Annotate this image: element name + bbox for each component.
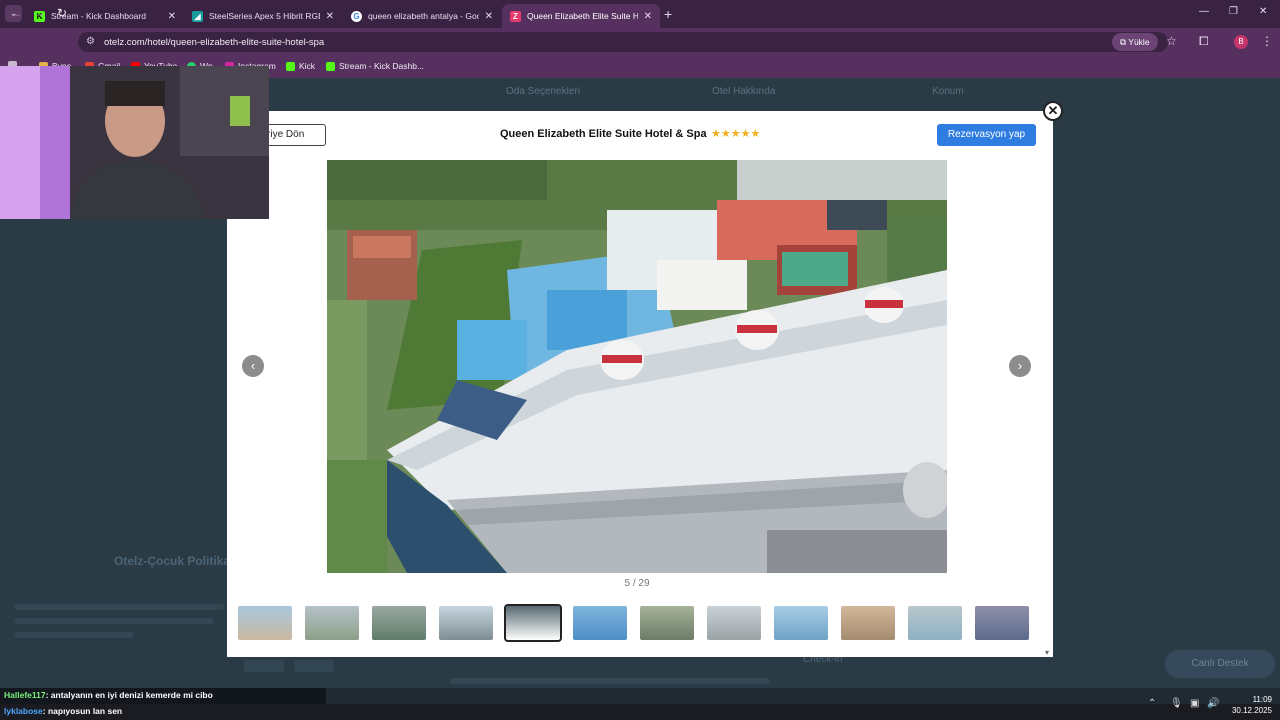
gallery-thumbnail[interactable] xyxy=(439,606,493,640)
close-tab-icon[interactable]: ✕ xyxy=(168,11,176,22)
url-text[interactable]: otelz.com/hotel/queen-elizabeth-elite-su… xyxy=(104,37,324,48)
page-button xyxy=(294,660,334,672)
page-tab-location: Konum xyxy=(932,86,964,97)
back-arrow-icon[interactable]: ← xyxy=(10,6,22,20)
page-text-line xyxy=(14,632,134,638)
chat-text: antalyanın en iyi denizi kemerde mi cibo xyxy=(50,690,213,700)
tab-otelz-hotel[interactable]: Z Queen Elizabeth Elite Suite Hotel ✕ xyxy=(502,4,660,28)
gallery-thumbnail[interactable] xyxy=(640,606,694,640)
page-text-line xyxy=(14,618,214,624)
gallery-thumbnail[interactable] xyxy=(975,606,1029,640)
gallery-thumbnail[interactable] xyxy=(305,606,359,640)
next-photo-button[interactable]: › xyxy=(1009,355,1031,377)
tray-overflow-icon[interactable]: ⌃ xyxy=(1148,698,1156,709)
close-tab-icon[interactable]: ✕ xyxy=(644,11,652,22)
tab-kick-dashboard[interactable]: K Stream - Kick Dashboard ✕ xyxy=(26,4,184,28)
network-icon[interactable]: ▣ xyxy=(1190,698,1199,709)
gallery-thumbnail[interactable] xyxy=(774,606,828,640)
profile-avatar[interactable]: B xyxy=(1234,35,1248,49)
chat-username: lyklabose xyxy=(4,706,43,716)
close-icon[interactable]: ✕ xyxy=(1043,101,1063,121)
page-text-line xyxy=(14,604,224,610)
clock-time: 11:09 xyxy=(1252,695,1272,704)
bookmark-kick[interactable]: Kick xyxy=(286,61,315,71)
kick-icon xyxy=(286,61,295,71)
bookmark-label: Kick xyxy=(299,61,316,71)
tab-google-search[interactable]: G queen elizabeth antalya - Google ✕ xyxy=(343,4,501,28)
gallery-thumbnail[interactable] xyxy=(238,606,292,640)
chat-message: Hallefe117: antalyanın en iyi denizi kem… xyxy=(4,690,213,700)
reservation-button[interactable]: Rezervasyon yap xyxy=(937,124,1036,146)
taskbar xyxy=(0,704,1280,720)
tab-title: Queen Elizabeth Elite Suite Hotel xyxy=(527,11,638,21)
tab-steelseries[interactable]: ◢ SteelSeries Apex 5 Hibrit RGB Esp ✕ xyxy=(184,4,342,28)
bookmark-kick-dashboard[interactable]: Stream - Kick Dashb... xyxy=(326,61,424,71)
tab-title: SteelSeries Apex 5 Hibrit RGB Esp xyxy=(209,11,320,21)
gallery-thumbnail[interactable] xyxy=(707,606,761,640)
photo-counter: 5 / 29 xyxy=(624,578,650,589)
page-text-line xyxy=(450,678,770,684)
tab-title: Stream - Kick Dashboard xyxy=(51,11,146,21)
install-label: Yükle xyxy=(1128,37,1150,47)
reload-icon[interactable]: ↻ xyxy=(57,6,67,20)
new-tab-button[interactable]: + xyxy=(664,6,672,22)
close-tab-icon[interactable]: ✕ xyxy=(326,11,334,22)
rating-stars: ★★★★★ xyxy=(711,128,761,140)
close-tab-icon[interactable]: ✕ xyxy=(485,11,493,22)
forward-arrow-icon[interactable]: → xyxy=(33,6,45,20)
install-app-button[interactable]: ⧉ Yükle xyxy=(1112,33,1158,51)
window-close-icon[interactable]: ✕ xyxy=(1259,6,1267,17)
bookmark-label: Stream - Kick Dashb... xyxy=(339,61,425,71)
gallery-thumbnail[interactable] xyxy=(504,604,562,642)
webcam-overlay xyxy=(0,66,269,219)
previous-photo-button[interactable]: ‹ xyxy=(242,355,264,377)
minimize-icon[interactable]: — xyxy=(1199,6,1209,17)
page-tab-about: Otel Hakkında xyxy=(712,86,776,97)
google-icon: G xyxy=(351,10,362,22)
steelseries-icon: ◢ xyxy=(192,10,203,22)
kick-icon xyxy=(326,61,335,71)
more-menu-icon[interactable]: ⋮ xyxy=(1261,34,1273,48)
restore-icon[interactable]: ❐ xyxy=(1229,6,1238,17)
live-support-button[interactable]: Canlı Destek xyxy=(1165,650,1275,678)
page-button xyxy=(244,660,284,672)
site-info-icon[interactable]: ⚙ xyxy=(86,36,95,47)
clock-date: 30.12.2025 xyxy=(1231,706,1272,715)
otelz-icon: Z xyxy=(510,10,521,22)
chat-message: lyklabose: napıyosun lan sen xyxy=(4,706,123,716)
chat-username: Hallefe117 xyxy=(4,690,46,700)
system-clock[interactable]: 11:09 30.12.2025 xyxy=(1218,694,1272,716)
streamer-webcam-image xyxy=(0,66,269,219)
chat-text: napıyosun lan sen xyxy=(47,706,123,716)
tab-title: queen elizabeth antalya - Google xyxy=(368,11,479,21)
gallery-thumbnail[interactable] xyxy=(573,606,627,640)
scroll-down-icon[interactable]: ▾ xyxy=(1045,648,1049,657)
page-section-heading: Otelz-Çocuk Politikası xyxy=(114,554,241,568)
microphone-icon[interactable]: 🎙 xyxy=(1170,698,1183,709)
gallery-thumbnail[interactable] xyxy=(841,606,895,640)
hotel-aerial-photo xyxy=(327,160,947,573)
extensions-icon[interactable]: ⧠ xyxy=(1199,34,1209,49)
gallery-thumbnail[interactable] xyxy=(908,606,962,640)
bookmark-star-icon[interactable]: ☆ xyxy=(1166,34,1177,48)
hotel-title: Queen Elizabeth Elite Suite Hotel & Spa xyxy=(500,128,707,140)
page-tab-rooms: Oda Seçenekleri xyxy=(506,86,580,97)
main-photo xyxy=(327,160,947,573)
gallery-thumbnail[interactable] xyxy=(372,606,426,640)
